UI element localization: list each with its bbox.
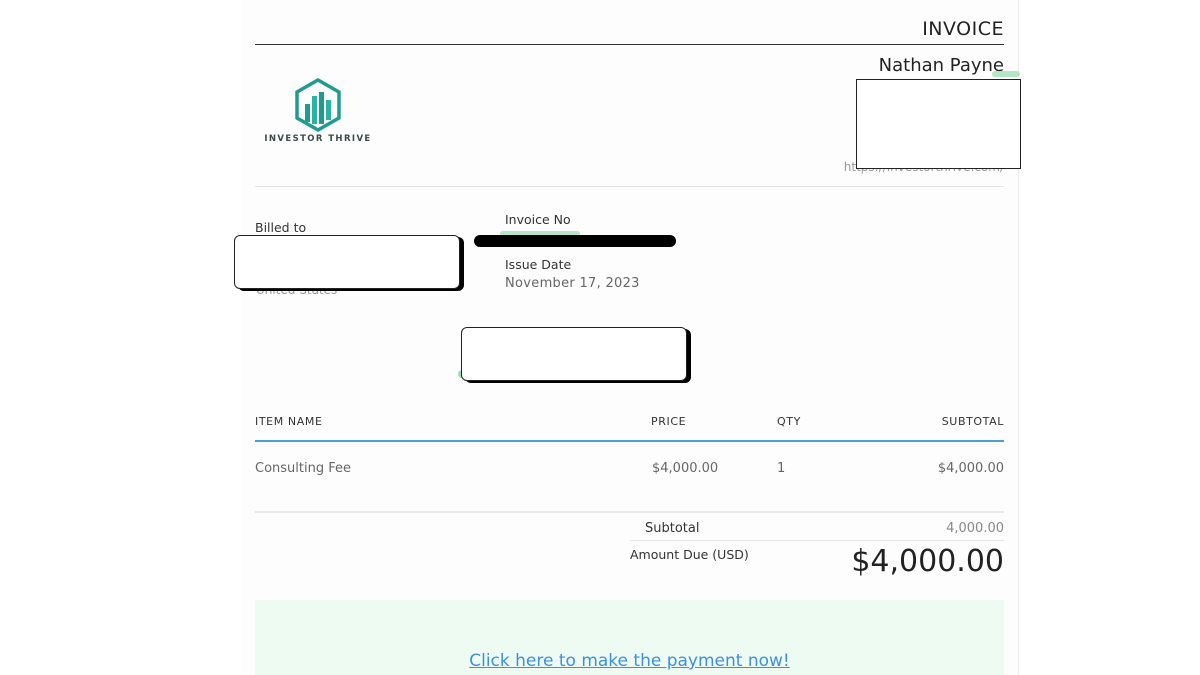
column-header-qty: QTY	[777, 415, 801, 428]
highlight-mark	[992, 71, 1020, 77]
payment-link[interactable]: Click here to make the payment now!	[255, 651, 1004, 671]
redaction-box	[234, 235, 460, 289]
issue-date-label: Issue Date	[505, 257, 572, 272]
logo-wordmark: INVESTOR THRIVE	[264, 134, 372, 144]
redaction-box	[856, 79, 1021, 169]
sender-name: Nathan Payne	[878, 55, 1004, 76]
summary-divider	[630, 540, 1004, 541]
document-title: INVOICE	[922, 18, 1004, 40]
buildings-logo-icon	[295, 77, 341, 133]
column-header-item: ITEM NAME	[255, 415, 323, 428]
invoice-no-label: Invoice No	[505, 212, 571, 227]
section-divider	[255, 186, 1004, 187]
cell-price: $4,000.00	[652, 461, 719, 476]
header-divider	[255, 44, 1004, 45]
subtotal-label: Subtotal	[645, 521, 700, 536]
page: INVOICE Nathan Payne https://investorthr…	[0, 0, 1200, 675]
table-header-divider	[255, 440, 1004, 442]
redaction-box	[461, 327, 687, 381]
cell-subtotal: $4,000.00	[937, 461, 1004, 476]
billed-to-label: Billed to	[255, 220, 307, 235]
column-header-subtotal: SUBTOTAL	[941, 415, 1004, 428]
amount-due-label: Amount Due (USD)	[630, 547, 749, 562]
amount-due-value: $4,000.00	[851, 544, 1004, 579]
redaction-bar	[474, 235, 676, 247]
issue-date-value: November 17, 2023	[505, 276, 640, 291]
table-row-divider	[255, 511, 1004, 513]
cell-qty: 1	[777, 461, 786, 476]
cell-item-name: Consulting Fee	[255, 461, 351, 476]
column-header-price: PRICE	[651, 415, 687, 428]
subtotal-value: 4,000.00	[946, 521, 1004, 536]
